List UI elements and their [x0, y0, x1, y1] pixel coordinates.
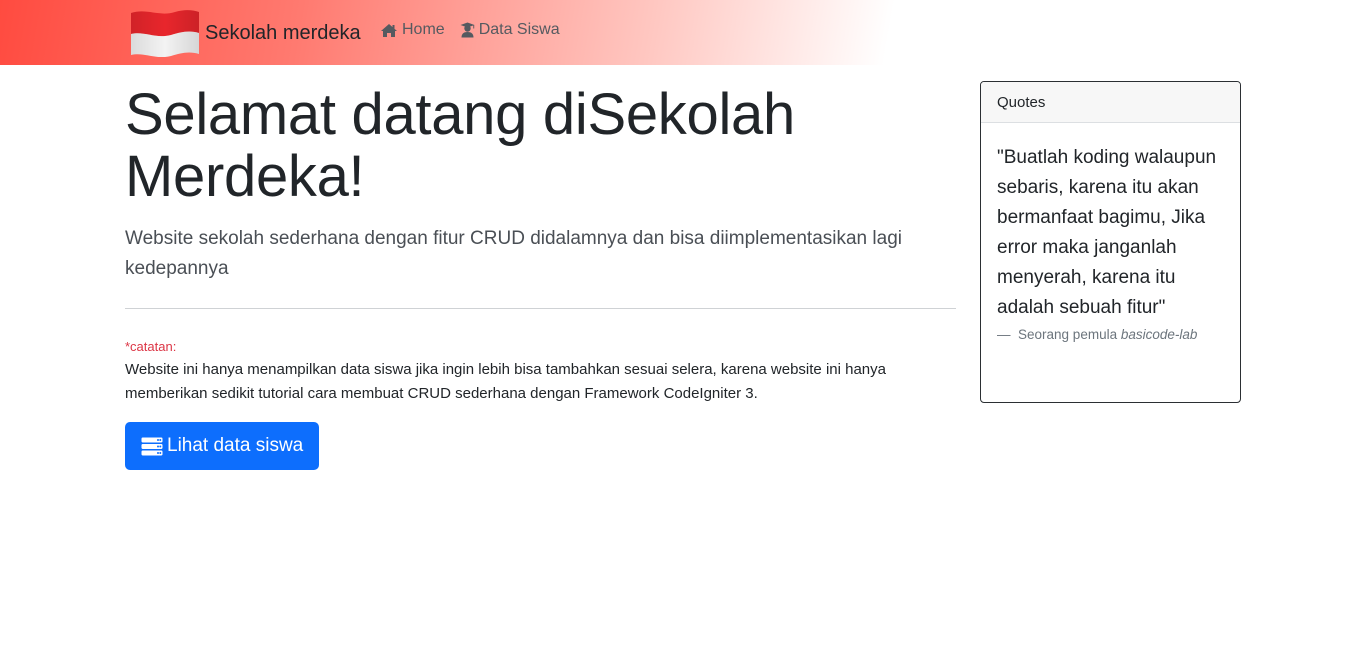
view-student-data-button[interactable]: Lihat data siswa [125, 422, 320, 470]
navbar: Sekolah merdeka Home Data Siswa [0, 0, 1366, 65]
page-title: Selamat datang diSekolah Merdeka! [125, 82, 795, 209]
home-icon [381, 23, 397, 37]
brand-name: Sekolah merdeka [205, 21, 361, 44]
navbar-brand[interactable]: Sekolah merdeka [129, 7, 361, 58]
quote-text: "Buatlah koding walaupun sebaris, karena… [997, 147, 1217, 318]
divider [125, 308, 956, 309]
quotes-card-header: Quotes [981, 82, 1240, 123]
nav-home-label: Home [402, 21, 445, 38]
nav-home[interactable]: Home [380, 21, 445, 39]
quote-author: Seorang pemula [1018, 327, 1118, 342]
view-student-data-label: Lihat data siswa [167, 435, 304, 456]
quote-dash: — [997, 327, 1011, 342]
quote-footer: — Seorang pemula basicode-lab [997, 327, 1224, 342]
nav-links: Home Data Siswa [380, 21, 575, 39]
user-graduate-icon [460, 22, 475, 38]
quotes-card-body: "Buatlah koding walaupun sebaris, karena… [981, 123, 1240, 342]
lead-text: Website sekolah sederhana dengan fitur C… [125, 228, 902, 279]
nav-data-siswa[interactable]: Data Siswa [460, 21, 560, 39]
indonesia-flag-icon [129, 7, 201, 58]
note-label: *catatan: [125, 339, 177, 354]
note-text: Website ini hanya menampilkan data siswa… [125, 361, 886, 402]
quote-source: basicode-lab [1120, 327, 1198, 342]
server-icon [141, 437, 163, 455]
jumbotron: Selamat datang diSekolah Merdeka! Websit… [125, 84, 956, 470]
quotes-card: Quotes "Buatlah koding walaupun sebaris,… [980, 81, 1241, 403]
nav-data-siswa-label: Data Siswa [478, 21, 560, 38]
